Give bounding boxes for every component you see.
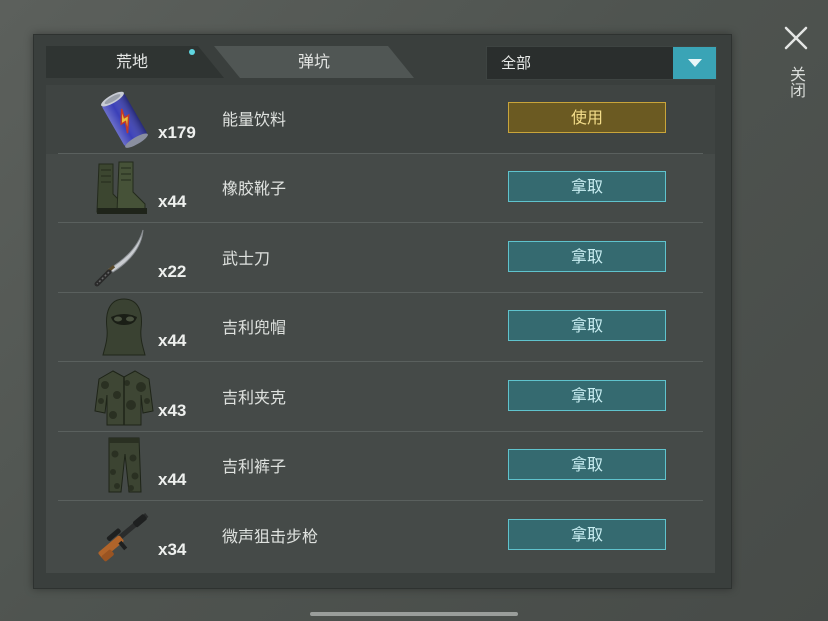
take-button[interactable]: 拿取: [508, 519, 666, 550]
take-button[interactable]: 拿取: [508, 449, 666, 480]
item-count: x179: [158, 123, 196, 142]
energy-drink-icon: [91, 87, 157, 151]
location-tabs: 荒地 弹坑: [46, 46, 414, 78]
item-name: 武士刀: [222, 249, 271, 268]
list-item: x43 吉利夹克 拿取: [46, 363, 715, 432]
item-name: 能量饮料: [222, 110, 287, 129]
item-name: 橡胶靴子: [222, 179, 287, 198]
item-count: x44: [158, 331, 187, 350]
rubber-boots-icon: [91, 156, 157, 220]
katana-icon: [91, 226, 157, 290]
list-item: x44 橡胶靴子 拿取: [46, 154, 715, 223]
item-count: x22: [158, 262, 187, 281]
category-filter-dropdown[interactable]: 全部: [486, 46, 717, 80]
item-name: 吉利裤子: [222, 457, 287, 476]
ghillie-jacket-icon: [91, 365, 157, 429]
silenced-sniper-rifle-icon: [91, 504, 157, 568]
tab-crater[interactable]: 弹坑: [214, 46, 414, 78]
item-count: x43: [158, 401, 187, 420]
row-divider: [58, 222, 703, 223]
take-button[interactable]: 拿取: [508, 171, 666, 202]
close-label[interactable]: 关闭: [784, 66, 808, 98]
close-button[interactable]: [780, 22, 812, 54]
list-item: x44 吉利兜帽 拿取: [46, 293, 715, 362]
ghillie-pants-icon: [91, 434, 157, 498]
item-count: x44: [158, 470, 187, 489]
tab-crater-label: 弹坑: [297, 52, 330, 71]
take-button[interactable]: 拿取: [508, 241, 666, 272]
use-button[interactable]: 使用: [508, 102, 666, 133]
home-indicator[interactable]: [310, 612, 518, 616]
ghillie-hood-icon: [91, 295, 157, 359]
list-item: x44 吉利裤子 拿取: [46, 432, 715, 501]
item-list: x179 能量饮料 使用 x44 橡胶靴子 拿取 x22 武士刀 拿取 x44 …: [46, 85, 715, 573]
tab-wasteland-label: 荒地: [115, 52, 148, 71]
item-name: 吉利兜帽: [222, 318, 287, 337]
item-name: 微声狙击步枪: [222, 527, 319, 546]
row-divider: [58, 500, 703, 501]
item-count: x44: [158, 192, 187, 211]
filter-selected-value: 全部: [501, 54, 532, 72]
item-name: 吉利夹克: [222, 388, 287, 407]
item-count: x34: [158, 540, 187, 559]
row-divider: [58, 361, 703, 362]
take-button[interactable]: 拿取: [508, 380, 666, 411]
dropdown-toggle[interactable]: [673, 47, 716, 79]
chevron-down-icon: [687, 59, 702, 67]
close-icon: [784, 26, 808, 50]
list-item: x34 微声狙击步枪 拿取: [46, 502, 715, 571]
list-item: x22 武士刀 拿取: [46, 224, 715, 293]
tab-wasteland[interactable]: 荒地: [46, 46, 224, 78]
notification-dot: [189, 49, 195, 55]
list-item: x179 能量饮料 使用: [46, 85, 715, 154]
take-button[interactable]: 拿取: [508, 310, 666, 341]
